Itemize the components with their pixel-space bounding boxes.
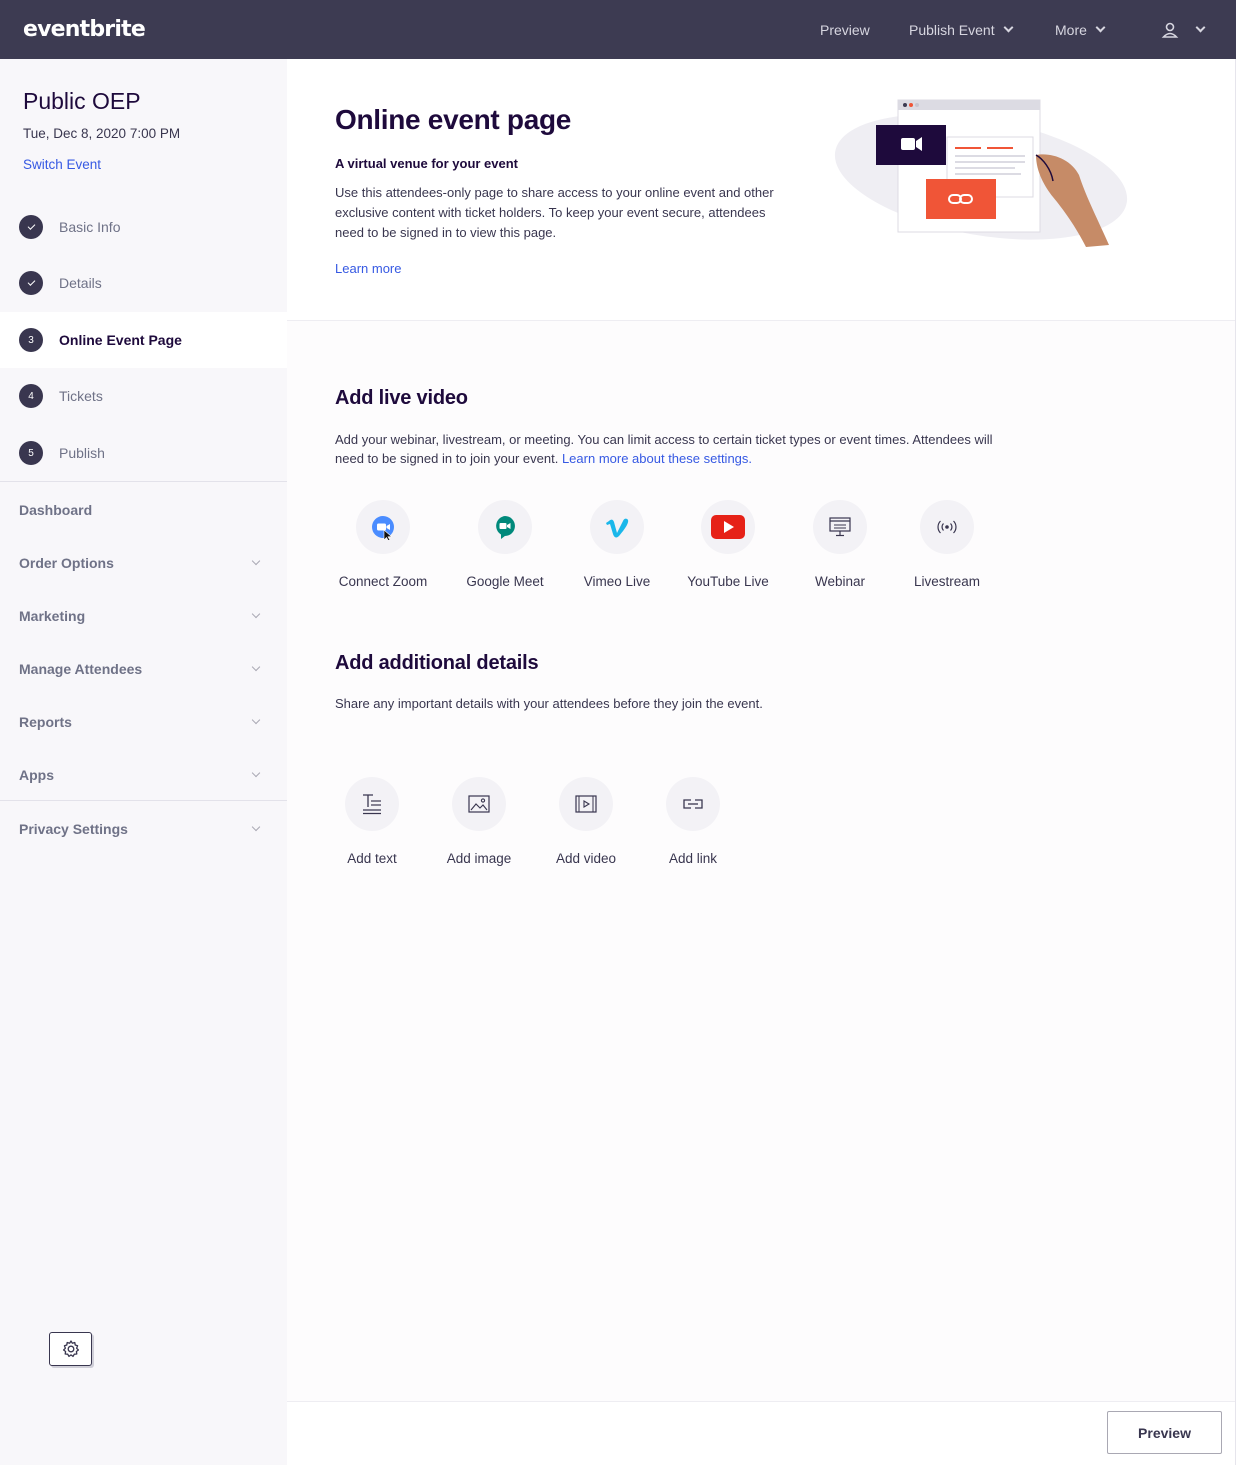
sidebar-item-label: Privacy Settings	[19, 821, 128, 837]
nav-more-menu[interactable]: More	[1055, 0, 1106, 59]
chevron-down-icon	[251, 768, 261, 778]
check-icon	[19, 215, 43, 239]
add-text-option[interactable]: Add text	[317, 777, 427, 866]
option-label: Add video	[555, 851, 617, 866]
sidebar-item-reports[interactable]: Reports	[19, 714, 264, 730]
step-number: 3	[19, 328, 43, 352]
option-label: Livestream	[913, 574, 981, 589]
chevron-down-icon	[1095, 22, 1106, 33]
add-video-option[interactable]: Add video	[531, 777, 641, 866]
chevron-down-icon	[251, 715, 261, 725]
step-label: Online Event Page	[59, 332, 182, 348]
step-online-event-page[interactable]: 3 Online Event Page	[0, 312, 287, 368]
add-link-option[interactable]: Add link	[638, 777, 748, 866]
sidebar-item-privacy-settings[interactable]: Privacy Settings	[19, 821, 264, 837]
step-number: 4	[19, 384, 43, 408]
sidebar-item-apps[interactable]: Apps	[19, 767, 264, 783]
sidebar-item-marketing[interactable]: Marketing	[19, 608, 264, 624]
connect-zoom-option[interactable]: Connect Zoom	[328, 500, 438, 589]
nav-more-label: More	[1055, 21, 1087, 38]
live-video-description: Add your webinar, livestream, or meeting…	[335, 430, 1025, 468]
learn-more-link[interactable]: Learn more	[335, 261, 401, 276]
step-details[interactable]: Details	[0, 255, 287, 311]
check-icon	[19, 271, 43, 295]
option-label: Vimeo Live	[583, 574, 651, 589]
page-subtitle: A virtual venue for your event	[335, 156, 519, 171]
image-icon	[452, 777, 506, 831]
google-meet-icon	[478, 500, 532, 554]
sidebar-item-label: Apps	[19, 767, 54, 783]
gear-icon	[62, 1340, 79, 1358]
settings-button[interactable]	[49, 1332, 92, 1366]
livestream-icon	[920, 500, 974, 554]
zoom-icon	[356, 500, 410, 554]
chevron-down-icon	[251, 609, 261, 619]
sidebar-item-label: Manage Attendees	[19, 661, 143, 677]
step-basic-info[interactable]: Basic Info	[0, 199, 287, 255]
step-publish[interactable]: 5 Publish	[0, 425, 287, 481]
option-label: Google Meet	[466, 574, 544, 589]
sidebar-item-label: Marketing	[19, 608, 86, 624]
livestream-option[interactable]: Livestream	[892, 500, 1002, 589]
event-date: Tue, Dec 8, 2020 7:00 PM	[23, 126, 181, 141]
sidebar-item-manage-attendees[interactable]: Manage Attendees	[19, 661, 264, 677]
step-label: Basic Info	[59, 219, 121, 235]
nav-publish-event-menu[interactable]: Publish Event	[909, 0, 1014, 59]
google-meet-option[interactable]: Google Meet	[450, 500, 560, 589]
online-event-illustration	[834, 99, 1128, 247]
sidebar-item-dashboard[interactable]: Dashboard	[19, 502, 264, 518]
sidebar-divider	[0, 481, 287, 482]
youtube-live-option[interactable]: YouTube Live	[673, 500, 783, 589]
option-label: Add link	[668, 851, 718, 866]
step-number: 5	[19, 441, 43, 465]
sidebar-divider	[0, 800, 287, 801]
additional-details-description: Share any important details with your at…	[335, 696, 763, 711]
step-tickets[interactable]: 4 Tickets	[0, 368, 287, 424]
switch-event-link[interactable]: Switch Event	[23, 157, 101, 172]
footer	[287, 1402, 1236, 1465]
chevron-down-icon	[251, 662, 261, 672]
top-bar: eventbrite Preview Publish Event More	[0, 0, 1236, 59]
sidebar-item-label: Dashboard	[19, 502, 93, 518]
webinar-option[interactable]: Webinar	[785, 500, 895, 589]
additional-details-title: Add additional details	[335, 652, 539, 674]
sidebar-item-order-options[interactable]: Order Options	[19, 555, 264, 571]
live-video-settings-link[interactable]: Learn more about these settings.	[562, 451, 752, 466]
chevron-down-icon	[1195, 22, 1206, 33]
event-title: Public OEP	[23, 88, 141, 114]
page-description: Use this attendees-only page to share ac…	[335, 185, 774, 240]
add-image-option[interactable]: Add image	[424, 777, 534, 866]
main-content: Online event page A virtual venue for yo…	[287, 59, 1236, 1465]
sidebar: Public OEP Tue, Dec 8, 2020 7:00 PM Swit…	[0, 59, 287, 1465]
sidebar-item-label: Order Options	[19, 555, 114, 571]
sidebar-item-label: Reports	[19, 714, 72, 730]
eventbrite-logo[interactable]: eventbrite	[23, 17, 146, 42]
link-icon	[666, 777, 720, 831]
option-label: Add image	[446, 851, 512, 866]
text-icon	[345, 777, 399, 831]
user-menu[interactable]	[1161, 0, 1206, 59]
live-video-title: Add live video	[335, 387, 468, 409]
chevron-down-icon	[1003, 22, 1014, 33]
youtube-icon	[701, 500, 755, 554]
option-label: YouTube Live	[687, 574, 769, 589]
step-label: Details	[59, 275, 102, 291]
user-icon	[1161, 22, 1179, 38]
chevron-down-icon	[251, 556, 261, 566]
option-label: Webinar	[814, 574, 866, 589]
step-label: Tickets	[59, 388, 103, 404]
nav-preview-link[interactable]: Preview	[820, 0, 870, 59]
step-label: Publish	[59, 445, 105, 461]
video-icon	[559, 777, 613, 831]
chevron-down-icon	[251, 822, 261, 832]
nav-publish-label: Publish Event	[909, 21, 995, 38]
page-title: Online event page	[335, 104, 572, 135]
nav-preview-label: Preview	[820, 21, 870, 38]
vimeo-icon	[590, 500, 644, 554]
option-label: Connect Zoom	[338, 574, 428, 589]
vimeo-live-option[interactable]: Vimeo Live	[562, 500, 672, 589]
preview-button[interactable]: Preview	[1107, 1411, 1222, 1454]
webinar-icon	[813, 500, 867, 554]
option-label: Add text	[347, 851, 397, 866]
